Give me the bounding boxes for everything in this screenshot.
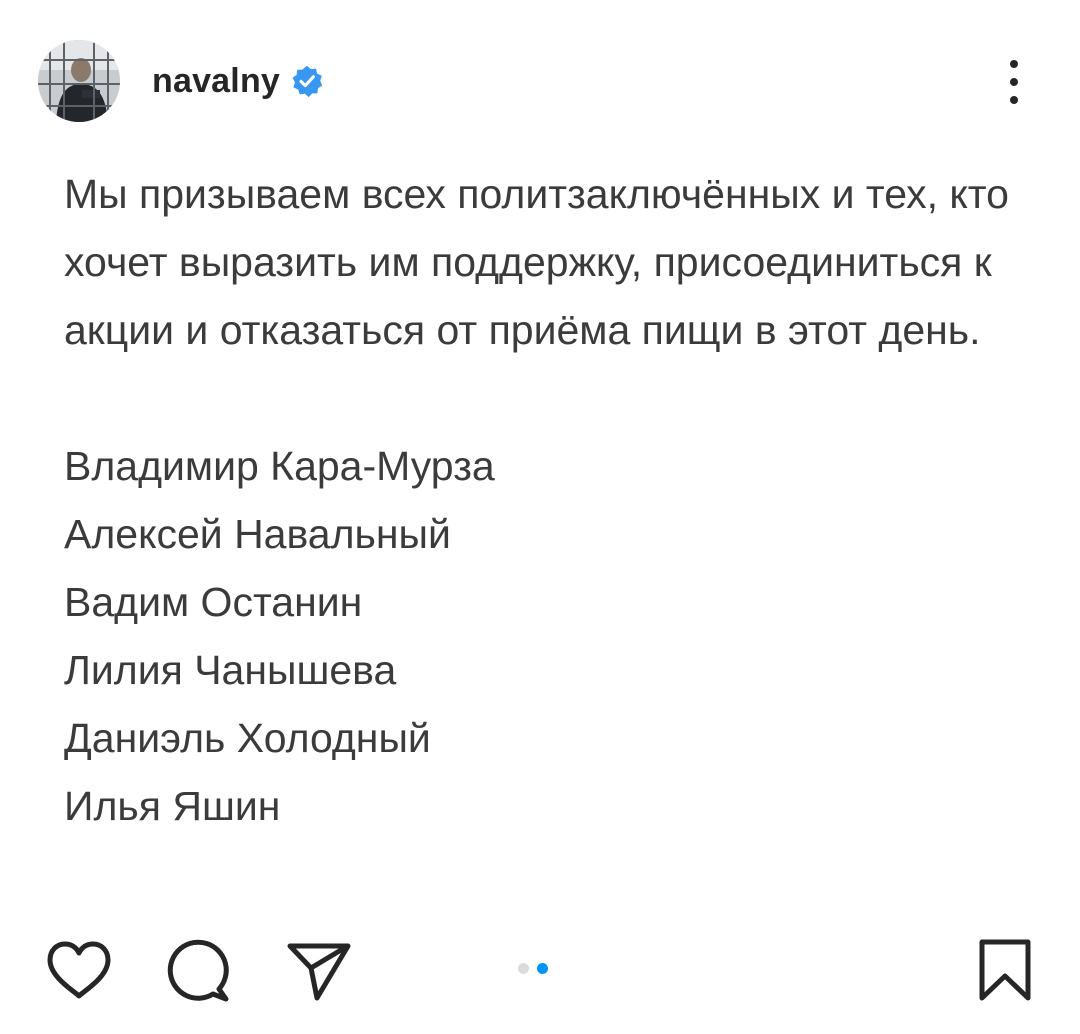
more-options-button[interactable] — [996, 60, 1032, 104]
verified-badge-icon — [290, 64, 324, 98]
caption-message: Мы призываем всех политзаключённых и тех… — [64, 160, 1024, 364]
save-button[interactable] — [970, 936, 1040, 1006]
action-bar — [40, 936, 1040, 1006]
comment-button[interactable] — [164, 936, 234, 1006]
signatory-name: Алексей Навальный — [64, 511, 451, 557]
more-vertical-icon — [1010, 60, 1018, 68]
caption-line: приёма пищи в этот день. — [488, 307, 981, 353]
avatar[interactable] — [38, 40, 120, 122]
signatory-name: Даниэль Холодный — [64, 715, 431, 761]
signatory-name: Лилия Чанышева — [64, 647, 397, 693]
carousel-dot-active — [537, 963, 548, 974]
caption-line: Мы призываем всех политзаключённых и — [64, 171, 855, 217]
bookmark-icon — [979, 939, 1031, 1001]
username[interactable]: navalny — [152, 62, 280, 101]
post-caption: Мы призываем всех политзаключённых и тех… — [64, 160, 1024, 840]
comment-icon — [167, 939, 229, 1002]
signatory-name: Владимир Кара-Мурза — [64, 443, 495, 489]
heart-icon — [47, 941, 111, 999]
post-header: navalny — [38, 40, 1050, 122]
carousel-indicator — [518, 963, 548, 974]
signatory-name: Вадим Останин — [64, 579, 363, 625]
carousel-dot — [518, 963, 529, 974]
signatory-name: Илья Яшин — [64, 783, 281, 829]
signatories-list: Владимир Кара-Мурза Алексей Навальный Ва… — [64, 432, 1024, 840]
share-button[interactable] — [284, 936, 354, 1006]
send-icon — [287, 943, 351, 1001]
avatar-photo — [38, 40, 120, 122]
instagram-post: navalny Мы призываем всех политзаключённ… — [0, 0, 1080, 1034]
like-button[interactable] — [44, 936, 114, 1006]
